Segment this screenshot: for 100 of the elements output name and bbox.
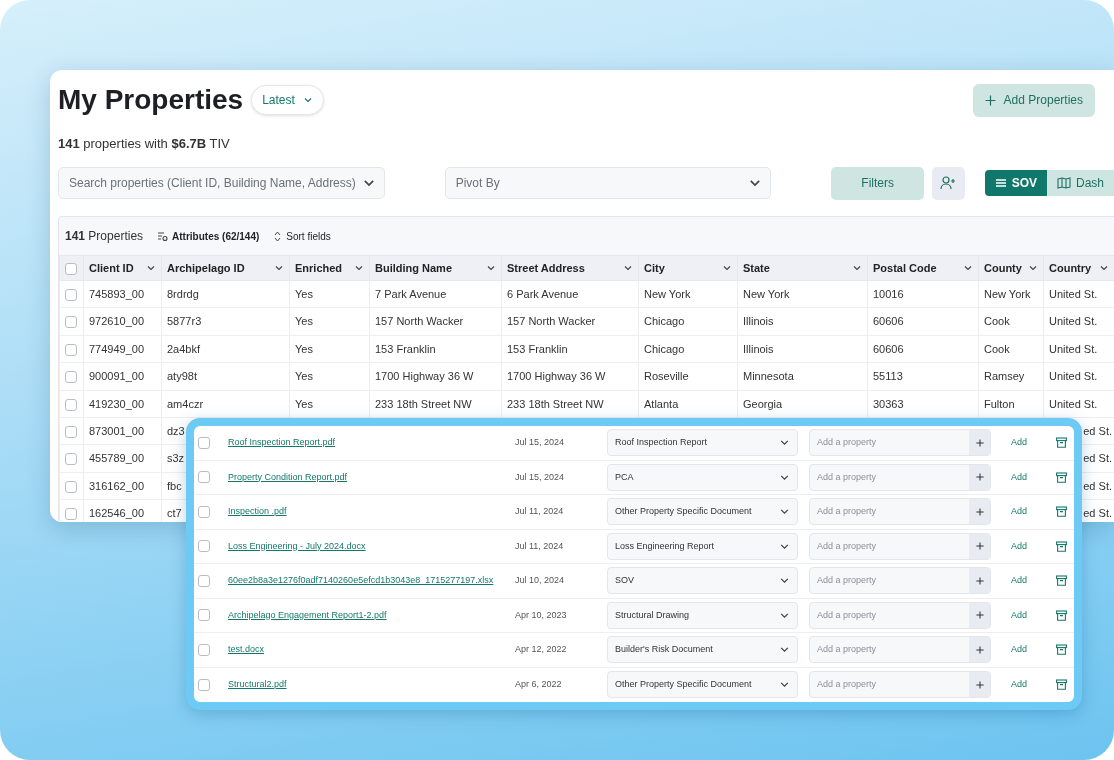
document-type-dropdown[interactable]: Roof Inspection Report xyxy=(607,429,798,457)
document-type-dropdown[interactable]: PCA xyxy=(607,463,798,491)
document-type-dropdown[interactable]: SOV xyxy=(607,567,798,595)
add-link[interactable]: Add xyxy=(1011,644,1027,654)
version-dropdown[interactable]: Latest xyxy=(251,85,324,115)
table-cell: Illinois xyxy=(743,315,774,328)
sort-fields-button[interactable]: Sort fields xyxy=(273,228,331,244)
property-field[interactable]: Add a property xyxy=(809,567,991,595)
table-cell: New York xyxy=(984,287,1031,300)
file-link[interactable]: Structural2.pdf xyxy=(228,679,287,689)
table-cell: dz3 xyxy=(167,424,185,437)
table-cell: ed St. xyxy=(1083,507,1112,520)
date-text: Jul 15, 2024 xyxy=(515,471,565,482)
add-link[interactable]: Add xyxy=(1011,679,1027,689)
table-cell: Roseville xyxy=(644,370,689,383)
table-cell: Chicago xyxy=(644,342,685,355)
property-field[interactable]: Add a property xyxy=(809,429,991,457)
table-cell: aty98t xyxy=(167,370,197,383)
table-cell: 873001_00 xyxy=(89,424,145,437)
column-header[interactable]: State xyxy=(743,259,770,277)
file-link[interactable]: Property Condition Report.pdf xyxy=(228,471,348,482)
view-tab[interactable]: Dash xyxy=(1046,170,1114,196)
table-cell: s3z xyxy=(167,452,185,465)
property-input[interactable]: Add a property xyxy=(810,672,969,698)
document-type-dropdown[interactable]: Builder's Risk Document xyxy=(607,636,798,664)
property-input[interactable]: Add a property xyxy=(810,499,969,525)
table-cell: 55113 xyxy=(873,370,903,383)
pivot-dropdown[interactable]: Pivot By xyxy=(444,167,772,199)
table-cell: Yes xyxy=(295,287,313,300)
property-field[interactable]: Add a property xyxy=(809,671,991,699)
view-tab[interactable]: SOV xyxy=(984,170,1047,196)
table-cell: 157 North Wacker xyxy=(375,315,464,328)
file-link[interactable]: test.docx xyxy=(228,644,265,654)
property-input[interactable]: Add a property xyxy=(810,464,969,490)
column-header[interactable]: City xyxy=(644,259,665,277)
add-link[interactable]: Add xyxy=(1011,575,1027,585)
summary-text: 141 properties with $6.7B TIV xyxy=(58,135,231,153)
table-cell: Illinois xyxy=(743,342,774,355)
table-cell: ed St. xyxy=(1083,479,1112,492)
property-input[interactable]: Add a property xyxy=(810,533,969,559)
table-cell: Atlanta xyxy=(644,397,679,410)
table-cell: ed St. xyxy=(1083,452,1112,465)
filters-button[interactable]: Filters xyxy=(831,166,924,200)
property-input[interactable]: Add a property xyxy=(810,602,969,628)
add-link[interactable]: Add xyxy=(1011,609,1027,620)
property-input[interactable]: Add a property xyxy=(810,637,969,663)
page-title: My Properties xyxy=(58,83,244,117)
document-type-dropdown[interactable]: Other Property Specific Document xyxy=(607,671,798,699)
file-link[interactable]: Inspection .pdf xyxy=(228,506,287,516)
date-text: Jul 15, 2024 xyxy=(515,437,565,447)
table-cell: 8rdrdg xyxy=(167,287,199,300)
table-cell: 60606 xyxy=(873,315,904,328)
date-text: Apr 10, 2023 xyxy=(515,609,567,620)
search-input[interactable]: Search properties (Client ID, Building Name, Address) xyxy=(67,173,362,193)
table-cell: Cook xyxy=(984,315,1010,328)
table-cell: ct7 xyxy=(167,507,182,520)
property-field[interactable]: Add a property xyxy=(809,532,991,560)
add-properties-button[interactable]: Add Properties xyxy=(972,83,1095,117)
table-cell: Fulton xyxy=(984,397,1015,410)
add-link[interactable]: Add xyxy=(1011,471,1027,482)
property-field[interactable]: Add a property xyxy=(809,601,991,629)
table-cell: Chicago xyxy=(644,315,685,328)
property-field[interactable]: Add a property xyxy=(809,636,991,664)
table-cell: 30363 xyxy=(873,397,904,410)
table-cell: Ramsey xyxy=(984,370,1025,383)
table-cell: 5877r3 xyxy=(167,315,202,328)
pivot-input[interactable]: Pivot By xyxy=(453,173,749,193)
property-input[interactable]: Add a property xyxy=(810,568,969,594)
table-cell: Minnesota xyxy=(743,370,794,383)
add-link[interactable]: Add xyxy=(1011,506,1027,516)
search-field[interactable]: Search properties (Client ID, Building Name, Address) xyxy=(58,167,385,199)
table-cell: 7 Park Avenue xyxy=(375,287,447,300)
file-link[interactable]: 60ee2b8a3e1276f0adf7140260e5efcd1b3043e8_1715277197.xlsx xyxy=(228,575,494,585)
table-cell: 419230_00 xyxy=(89,397,145,410)
table-cell: United St. xyxy=(1049,315,1098,328)
add-link[interactable]: Add xyxy=(1011,540,1027,551)
property-input[interactable]: Add a property xyxy=(810,430,969,456)
table-cell: Yes xyxy=(295,342,313,355)
table-cell: ed St. xyxy=(1083,424,1112,437)
table-cell: 774949_00 xyxy=(89,342,145,355)
document-type-dropdown[interactable]: Other Property Specific Document xyxy=(607,498,798,526)
file-link[interactable]: Roof Inspection Report.pdf xyxy=(228,437,336,447)
table-cell: New York xyxy=(644,287,691,300)
add-link[interactable]: Add xyxy=(1011,437,1027,447)
file-link[interactable]: Archipelago Engagement Report1-2.pdf xyxy=(228,609,387,620)
table-cell: Georgia xyxy=(743,397,783,410)
table-cell: 157 North Wacker xyxy=(507,315,596,328)
table-cell: 1700 Highway 36 W xyxy=(507,370,606,383)
property-field[interactable]: Add a property xyxy=(809,498,991,526)
date-text: Jul 11, 2024 xyxy=(515,540,564,551)
property-field[interactable]: Add a property xyxy=(809,463,991,491)
document-type-dropdown[interactable]: Structural Drawing xyxy=(607,601,798,629)
table-cell: 6 Park Avenue xyxy=(507,287,579,300)
table-cell: am4czr xyxy=(167,397,204,410)
file-link[interactable]: Loss Engineering - July 2024.docx xyxy=(228,540,366,551)
table-cell: fbc xyxy=(167,479,182,492)
document-type-dropdown[interactable]: Loss Engineering Report xyxy=(607,532,798,560)
table-cell: 153 Franklin xyxy=(375,342,436,355)
table-cell: 745893_00 xyxy=(89,287,145,300)
attributes-button[interactable]: Attributes (62/144) xyxy=(157,228,260,244)
